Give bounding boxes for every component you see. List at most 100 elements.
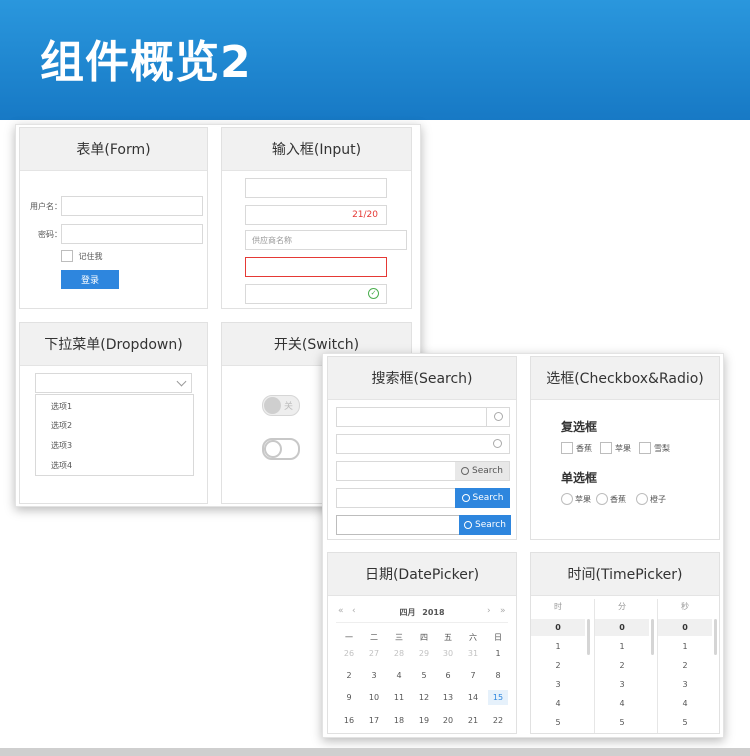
switch-toggle[interactable] — [262, 438, 300, 460]
calendar-day[interactable]: 9 — [339, 693, 359, 702]
time-option[interactable]: 3 — [531, 676, 585, 693]
search-card-title: 搜索框(Search) — [328, 357, 516, 400]
calendar-day[interactable]: 21 — [463, 716, 483, 725]
calendar-day[interactable]: 18 — [389, 716, 409, 725]
time-option[interactable]: 2 — [595, 657, 649, 674]
calendar-day[interactable]: 13 — [438, 693, 458, 702]
calendar-day[interactable]: 4 — [389, 671, 409, 680]
calendar-day[interactable]: 3 — [364, 671, 384, 680]
calendar-day[interactable]: 8 — [488, 671, 508, 680]
form-card-title: 表单(Form) — [20, 128, 207, 171]
calendar-day[interactable]: 5 — [414, 671, 434, 680]
time-column[interactable]: 秒 0 1 2 3 4 5 — [657, 599, 719, 733]
text-input-error[interactable] — [245, 257, 387, 277]
username-input[interactable] — [61, 196, 203, 216]
calendar-day[interactable]: 20 — [438, 716, 458, 725]
time-scrollbar[interactable] — [587, 619, 590, 655]
time-option[interactable]: 5 — [595, 714, 649, 731]
text-input-success[interactable]: ✓ — [245, 284, 387, 304]
search-button-label: Search — [472, 493, 504, 503]
calendar-day[interactable]: 10 — [364, 693, 384, 702]
calendar-day[interactable]: 1 — [488, 649, 508, 658]
dropdown-option[interactable]: 选项4 — [51, 460, 72, 471]
time-column[interactable]: 分 0 1 2 3 4 5 — [594, 599, 657, 733]
checkbox[interactable] — [639, 442, 651, 454]
time-option[interactable]: 3 — [595, 676, 649, 693]
bottom-bar — [0, 748, 750, 756]
radio[interactable] — [596, 493, 608, 505]
search-button-blue[interactable]: Search — [459, 515, 511, 535]
search-input-2[interactable] — [336, 434, 510, 454]
search-button-label: Search — [472, 466, 503, 476]
supplier-input[interactable]: 供应商名称 — [245, 230, 407, 250]
calendar-day[interactable]: 16 — [339, 716, 359, 725]
calendar-day[interactable]: 27 — [364, 649, 384, 658]
input-card: 输入框(Input) 21/20 供应商名称 ✓ — [221, 127, 412, 309]
success-check-icon: ✓ — [368, 288, 379, 299]
header-banner: 组件概览2 — [0, 0, 750, 120]
dropdown-option[interactable]: 选项2 — [51, 420, 72, 431]
text-input-counter[interactable]: 21/20 — [245, 205, 387, 225]
calendar-day[interactable]: 14 — [463, 693, 483, 702]
calendar-day[interactable]: 31 — [463, 649, 483, 658]
calendar-day[interactable]: 28 — [389, 649, 409, 658]
time-option[interactable]: 5 — [531, 714, 585, 731]
time-column-header: 秒 — [681, 602, 689, 611]
weekday-header: 六 — [469, 633, 477, 642]
calendar-day[interactable]: 15 — [488, 690, 508, 705]
time-option[interactable]: 3 — [658, 676, 712, 693]
remember-checkbox[interactable] — [61, 250, 73, 262]
checkbox[interactable] — [561, 442, 573, 454]
login-button[interactable]: 登录 — [61, 270, 119, 289]
calendar-day[interactable]: 30 — [438, 649, 458, 658]
calendar-day[interactable]: 11 — [389, 693, 409, 702]
dropdown-menu: 选项1 选项2 选项3 选项4 — [35, 394, 194, 476]
time-scrollbar[interactable] — [651, 619, 654, 655]
radio[interactable] — [636, 493, 648, 505]
search-input-3[interactable]: Search — [336, 461, 510, 481]
calendar-day[interactable]: 2 — [339, 671, 359, 680]
search-input-4[interactable]: Search — [336, 488, 510, 508]
calendar-day[interactable]: 26 — [339, 649, 359, 658]
calendar-day[interactable]: 17 — [364, 716, 384, 725]
time-option[interactable]: 4 — [531, 695, 585, 712]
time-column-header: 时 — [554, 602, 562, 611]
dropdown-select[interactable] — [35, 373, 192, 393]
time-option[interactable]: 0 — [595, 619, 649, 636]
time-column[interactable]: 时 0 1 2 3 4 5 — [531, 599, 593, 733]
calendar-day[interactable]: 12 — [414, 693, 434, 702]
search-input-5[interactable]: Search — [336, 515, 511, 535]
time-option[interactable]: 1 — [531, 638, 585, 655]
radio[interactable] — [561, 493, 573, 505]
time-option[interactable]: 4 — [595, 695, 649, 712]
time-option[interactable]: 0 — [658, 619, 712, 636]
time-option[interactable]: 1 — [595, 638, 649, 655]
search-icon-box[interactable] — [486, 408, 509, 426]
switch-disabled[interactable]: 关 — [262, 395, 300, 416]
dropdown-option[interactable]: 选项3 — [51, 440, 72, 451]
time-scrollbar[interactable] — [714, 619, 717, 655]
calendar-day[interactable]: 7 — [463, 671, 483, 680]
calendar-day[interactable]: 22 — [488, 716, 508, 725]
search-input-1[interactable] — [336, 407, 510, 427]
search-button-blue[interactable]: Search — [455, 488, 510, 508]
time-option[interactable]: 2 — [658, 657, 712, 674]
calendar-day[interactable]: 29 — [414, 649, 434, 658]
dropdown-option[interactable]: 选项1 — [51, 401, 72, 412]
calendar-day[interactable]: 6 — [438, 671, 458, 680]
time-option[interactable]: 1 — [658, 638, 712, 655]
search-button-grey[interactable]: Search — [455, 462, 509, 480]
text-input-empty[interactable] — [245, 178, 387, 198]
remember-label: 记住我 — [78, 251, 103, 261]
time-option[interactable]: 5 — [658, 714, 712, 731]
char-counter: 21/20 — [352, 210, 378, 220]
checkbox[interactable] — [600, 442, 612, 454]
time-option[interactable]: 4 — [658, 695, 712, 712]
remember-me[interactable]: 记住我 — [61, 250, 103, 262]
password-input[interactable] — [61, 224, 203, 244]
search-icon — [464, 521, 473, 529]
search-icon — [493, 439, 502, 448]
time-option[interactable]: 0 — [531, 619, 585, 636]
calendar-day[interactable]: 19 — [414, 716, 434, 725]
time-option[interactable]: 2 — [531, 657, 585, 674]
